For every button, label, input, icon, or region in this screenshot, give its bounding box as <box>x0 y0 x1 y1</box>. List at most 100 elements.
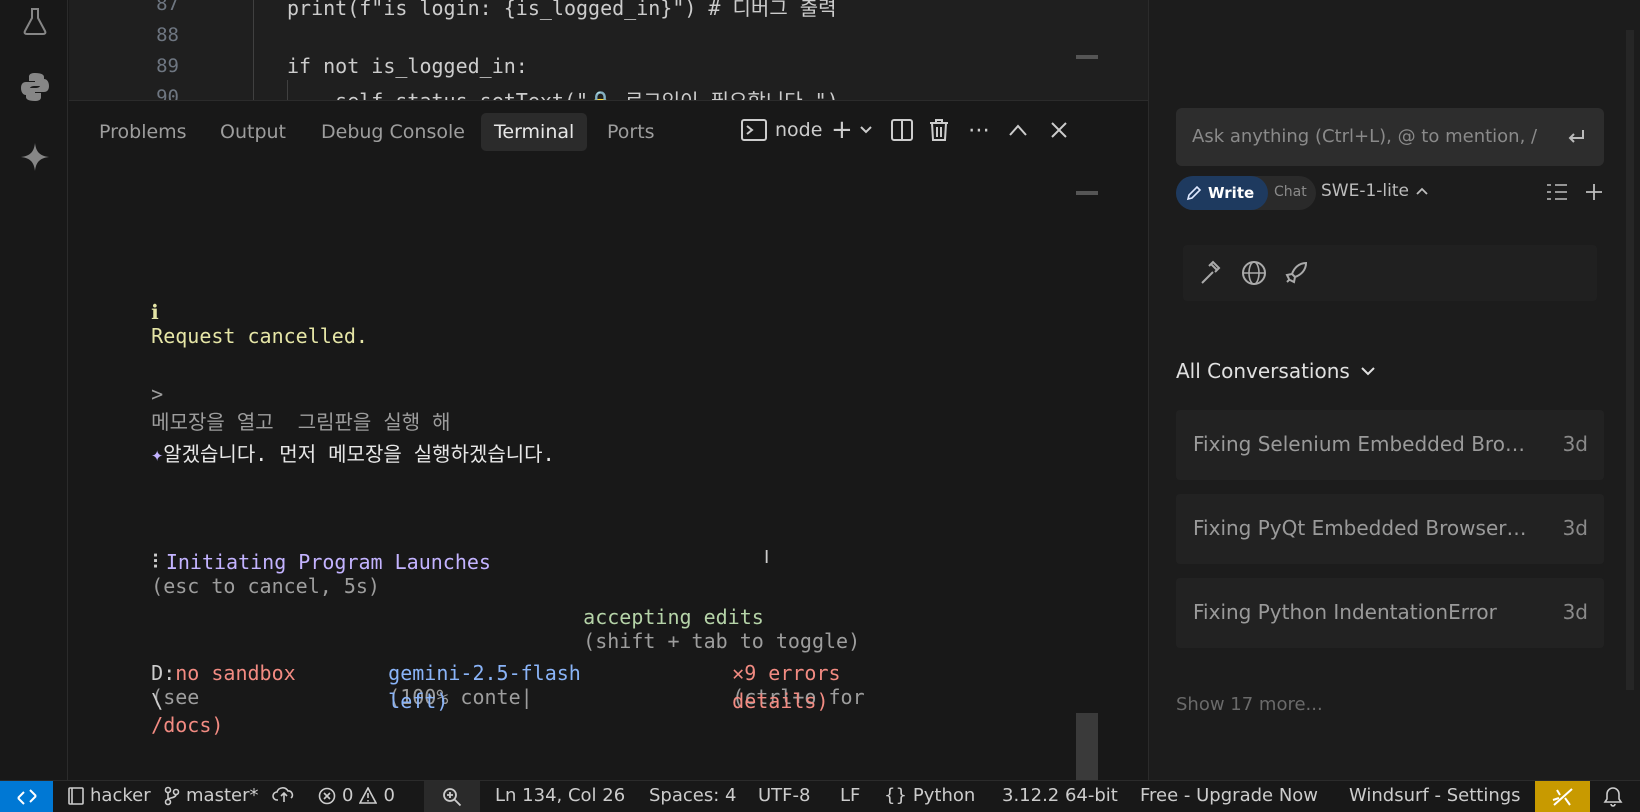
trash-icon <box>930 119 948 141</box>
language-mode[interactable]: {} Python <box>884 785 975 806</box>
close-panel-button[interactable] <box>1050 113 1068 147</box>
conversation-title: Fixing PyQt Embedded Browser UI <box>1193 516 1528 540</box>
tab-debug-console[interactable]: Debug Console <box>308 113 478 151</box>
plus-icon: + <box>831 115 853 145</box>
upgrade-link[interactable]: Free - Upgrade Now <box>1140 785 1318 806</box>
cascade-panel: Ask anything (Ctrl+L), @ to mention, / W… <box>1148 0 1640 780</box>
terminal-reply: ✦알겠습니다. 먼저 메모장을 실행하겠습니다. <box>103 414 555 491</box>
cursor-position[interactable]: Ln 134, Col 26 <box>495 785 625 806</box>
footer-model-line-2: left) <box>340 665 448 737</box>
tab-problems[interactable]: Problems <box>86 113 200 151</box>
line-number: 87 <box>156 0 179 15</box>
remote-indicator[interactable] <box>0 781 53 812</box>
hammer-icon[interactable] <box>1199 260 1225 286</box>
ellipsis-icon: ⋯ <box>968 117 991 143</box>
split-terminal-button[interactable] <box>891 113 913 147</box>
reply-text: 알겠습니다. 먼저 메모장을 실행하겠습니다. <box>163 442 555 466</box>
status-hint: (esc to cancel, 5s) <box>151 574 380 598</box>
branch-indicator[interactable]: master* <box>164 785 258 806</box>
python-interpreter[interactable]: 3.12.2 64-bit <box>1002 785 1118 806</box>
enter-icon[interactable] <box>1566 127 1586 147</box>
tab-terminal[interactable]: Terminal <box>481 113 588 151</box>
code-editor[interactable]: 87 88 89 90 print(f"is login: {is_logged… <box>69 0 1148 100</box>
code-line[interactable]: self.status.setText("🔒 로그인이 필요합니다.") <box>287 85 839 100</box>
conversation-age: 3d <box>1562 600 1588 624</box>
conversation-title: Fixing Python IndentationError <box>1193 600 1497 624</box>
terminal-scroll-marker <box>1076 191 1098 195</box>
branch-name: master* <box>186 785 259 806</box>
write-mode-button[interactable]: Write <box>1176 176 1268 210</box>
mode-toggle[interactable]: Write Chat <box>1176 176 1316 210</box>
flask-icon[interactable] <box>18 4 52 38</box>
errors-details: details) <box>732 689 829 713</box>
maximize-panel-button[interactable] <box>1008 113 1028 147</box>
conversations-title: All Conversations <box>1176 359 1350 383</box>
indentation[interactable]: Spaces: 4 <box>649 785 736 806</box>
chevron-up-icon <box>1009 124 1027 136</box>
status-main: Initiating Program Launches <box>165 550 491 574</box>
chevron-down-icon <box>1361 367 1375 376</box>
sandbox-hint-docs: /docs) <box>151 713 224 737</box>
history-list-icon[interactable] <box>1546 183 1568 201</box>
add-terminal-button[interactable]: + <box>831 113 873 147</box>
conversation-age: 3d <box>1562 432 1588 456</box>
terminal-scrollbar[interactable] <box>1076 713 1098 781</box>
chat-mode-button[interactable]: Chat <box>1274 184 1307 200</box>
zoom-button[interactable] <box>424 781 480 812</box>
globe-icon[interactable] <box>1241 260 1267 286</box>
code-line[interactable]: if not is_logged_in: <box>287 54 528 78</box>
tab-output[interactable]: Output <box>207 113 299 151</box>
conversation-item[interactable]: Fixing Selenium Embedded Browser UI 3d <box>1176 410 1604 480</box>
ask-placeholder: Ask anything (Ctrl+L), @ to mention, / <box>1192 126 1538 147</box>
ask-input[interactable]: Ask anything (Ctrl+L), @ to mention, / <box>1176 108 1604 166</box>
conversation-title: Fixing Selenium Embedded Browser UI <box>1193 432 1528 456</box>
cloud-upload-icon <box>272 787 294 802</box>
new-conversation-icon[interactable] <box>1585 183 1603 201</box>
model-label: SWE-1-lite <box>1321 181 1409 201</box>
error-icon <box>318 787 336 804</box>
info-text: Request cancelled. <box>151 324 368 348</box>
info-icon: ℹ <box>151 300 159 324</box>
remote-icon <box>16 789 37 805</box>
python-icon[interactable] <box>18 70 52 104</box>
rocket-icon[interactable] <box>1283 260 1309 286</box>
kill-terminal-button[interactable] <box>929 113 949 147</box>
conversations-header[interactable]: All Conversations <box>1176 359 1376 383</box>
project-indicator[interactable]: hacker <box>68 785 151 806</box>
side-scrollbar[interactable] <box>1626 30 1634 690</box>
close-icon <box>1051 122 1067 138</box>
encoding[interactable]: UTF-8 <box>758 785 810 806</box>
git-branch-icon <box>164 786 180 805</box>
show-more-link[interactable]: Show 17 more... <box>1176 694 1323 715</box>
more-actions-button[interactable]: ⋯ <box>968 113 991 147</box>
sparkle-icon[interactable] <box>18 140 52 174</box>
line-number: 88 <box>156 24 179 46</box>
editor-scroll-marker <box>1076 55 1098 59</box>
bottom-panel: Problems Output Debug Console Terminal P… <box>69 100 1148 781</box>
code-line[interactable]: print(f"is login: {is_logged_in}") # 디버그… <box>287 0 837 21</box>
text-cursor-icon: I <box>764 547 770 568</box>
line-number: 89 <box>156 55 179 77</box>
terminal-selector[interactable]: node <box>741 113 822 147</box>
windsurf-settings[interactable]: Windsurf - Settings <box>1349 785 1521 806</box>
problems-indicator[interactable]: 0 0 <box>318 785 395 806</box>
terminal-status: ⠇Initiating Program Launches (esc to can… <box>103 526 491 622</box>
sync-button[interactable] <box>272 785 296 803</box>
tools-row <box>1183 245 1597 301</box>
zoom-icon <box>443 788 462 807</box>
end-of-line[interactable]: LF <box>840 785 860 806</box>
path-prefix: \ <box>151 689 164 713</box>
conversation-item[interactable]: Fixing PyQt Embedded Browser UI 3d <box>1176 494 1604 564</box>
windsurf-icon <box>1552 788 1573 806</box>
notifications-bell-icon[interactable] <box>1603 786 1623 812</box>
model-selector[interactable]: SWE-1-lite <box>1321 181 1429 201</box>
windsurf-badge[interactable] <box>1535 781 1590 812</box>
braces-icon: {} <box>884 785 907 806</box>
pencil-icon <box>1186 185 1202 201</box>
tab-ports[interactable]: Ports <box>594 113 668 151</box>
conversation-item[interactable]: Fixing Python IndentationError 3d <box>1176 578 1604 648</box>
errors-count: 0 <box>342 785 354 806</box>
line-number: 90 <box>156 86 179 100</box>
chevron-up-icon <box>1416 187 1428 195</box>
project-name: hacker <box>90 785 151 806</box>
